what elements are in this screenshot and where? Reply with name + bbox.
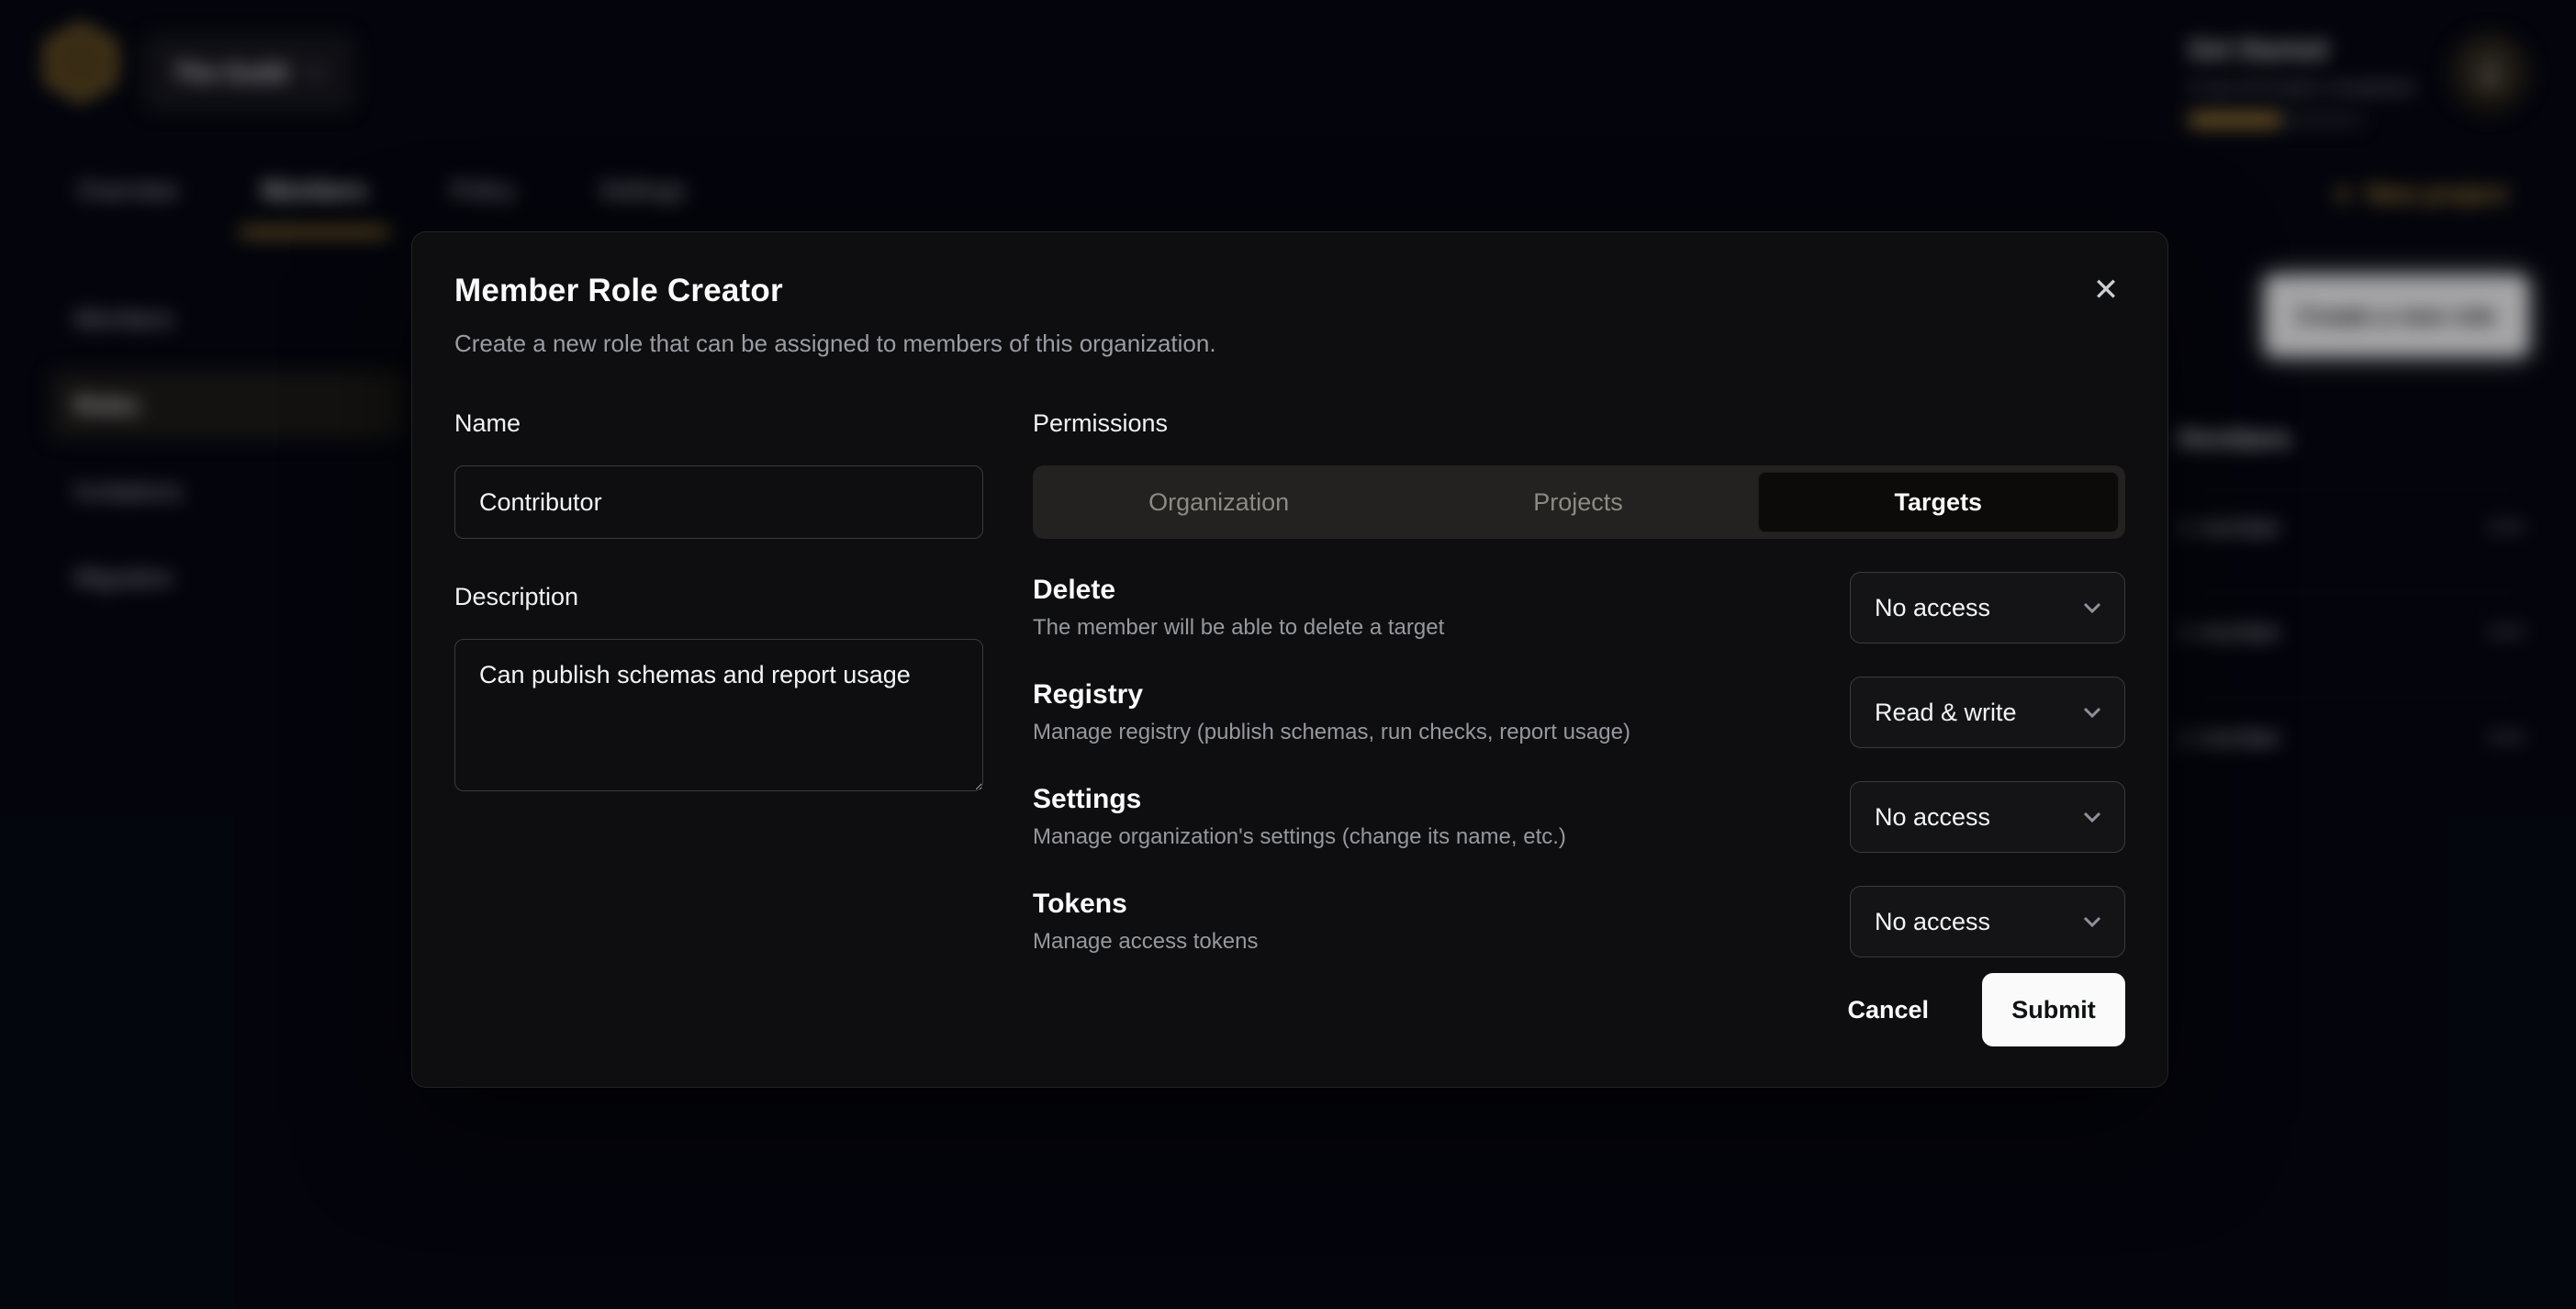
tab-projects[interactable]: Projects [1398, 472, 1757, 532]
selected-value: No access [1875, 594, 1990, 622]
permission-row-settings: Settings Manage organization's settings … [1033, 781, 2125, 853]
role-description-textarea[interactable]: Can publish schemas and report usage [454, 639, 983, 791]
registry-access-select[interactable]: Read & write [1850, 677, 2125, 748]
tab-targets[interactable]: Targets [1758, 472, 2119, 532]
app-root: The Guild Get Started 4 out of 8 tasks c… [0, 0, 2576, 1309]
permission-title: Registry [1033, 679, 1630, 710]
permission-title: Settings [1033, 784, 1566, 815]
chevron-down-icon [2082, 601, 2102, 614]
member-role-creator-dialog: ✕ Member Role Creator Create a new role … [411, 231, 2168, 1088]
permission-description: Manage registry (publish schemas, run ch… [1033, 720, 1630, 745]
submit-button[interactable]: Submit [1982, 973, 2125, 1046]
name-label: Name [454, 409, 983, 438]
permission-row-registry: Registry Manage registry (publish schema… [1033, 677, 2125, 748]
permission-description: Manage access tokens [1033, 929, 1258, 955]
permission-title: Delete [1033, 575, 1444, 606]
role-name-input[interactable] [454, 465, 983, 539]
permission-row-delete: Delete The member will be able to delete… [1033, 572, 2125, 643]
close-icon[interactable]: ✕ [2081, 265, 2131, 315]
chevron-down-icon [2082, 706, 2102, 719]
dialog-title: Member Role Creator [454, 273, 2125, 309]
delete-access-select[interactable]: No access [1850, 572, 2125, 643]
cancel-button[interactable]: Cancel [1821, 973, 1954, 1046]
permission-description: Manage organization's settings (change i… [1033, 824, 1566, 850]
selected-value: No access [1875, 908, 1990, 936]
selected-value: No access [1875, 803, 1990, 832]
permission-description: The member will be able to delete a targ… [1033, 615, 1444, 641]
settings-access-select[interactable]: No access [1850, 781, 2125, 853]
description-label: Description [454, 583, 983, 611]
chevron-down-icon [2082, 811, 2102, 823]
permissions-label: Permissions [1033, 409, 2125, 438]
dialog-footer: Cancel Submit [1821, 973, 2125, 1046]
permission-title: Tokens [1033, 889, 1258, 920]
tab-organization[interactable]: Organization [1039, 472, 1398, 532]
permissions-tablist: Organization Projects Targets [1033, 465, 2125, 539]
tokens-access-select[interactable]: No access [1850, 886, 2125, 957]
selected-value: Read & write [1875, 699, 2017, 727]
permission-row-tokens: Tokens Manage access tokens No access [1033, 886, 2125, 957]
chevron-down-icon [2082, 915, 2102, 928]
dialog-subtitle: Create a new role that can be assigned t… [454, 330, 2125, 358]
